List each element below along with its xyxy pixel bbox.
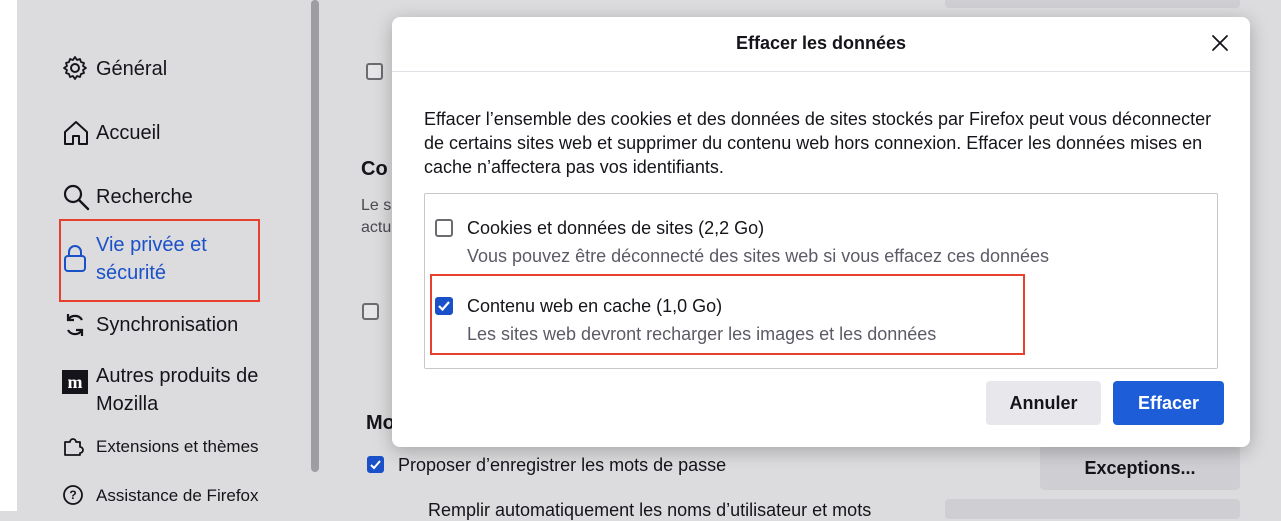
sidebar-item-general[interactable]: Général <box>62 55 167 83</box>
save-passwords-checkbox[interactable] <box>367 456 384 473</box>
option-cookies-site-data[interactable]: Cookies et données de sites (2,2 Go) Vou… <box>435 216 1049 268</box>
search-icon <box>62 183 96 211</box>
sidebar-item-label: Autres produits de Mozilla <box>96 362 258 418</box>
gear-icon <box>62 55 96 81</box>
sidebar-item-extensions-themes[interactable]: Extensions et thèmes <box>62 435 259 459</box>
section-heading: Mo <box>366 412 395 434</box>
background-checkbox[interactable] <box>362 303 379 320</box>
annotation-highlight-sidebar <box>59 219 260 302</box>
dialog-header: Effacer les données <box>392 17 1250 72</box>
sidebar-item-home[interactable]: Accueil <box>62 119 160 147</box>
clear-button[interactable]: Effacer <box>1113 381 1224 425</box>
svg-text:m: m <box>68 372 83 392</box>
sidebar-item-label: Général <box>96 58 168 80</box>
svg-text:?: ? <box>69 488 76 502</box>
option-title: Cookies et données de sites (2,2 Go) <box>467 218 765 238</box>
sidebar-item-sync[interactable]: Synchronisation <box>62 311 238 339</box>
sidebar-scrollbar[interactable] <box>311 0 319 472</box>
label-line: Autres produits de <box>96 365 259 387</box>
sidebar-item-search[interactable]: Recherche <box>62 183 193 211</box>
dialog-title: Effacer les données <box>735 33 907 53</box>
page-edge <box>0 0 17 511</box>
save-passwords-label: Proposer d’enregistrer les mots de passe <box>398 455 727 475</box>
label-line: Mozilla <box>96 393 159 415</box>
sidebar-item-label: Accueil <box>96 122 161 144</box>
cookies-checkbox[interactable] <box>435 219 453 237</box>
sidebar-item-label: Extensions et thèmes <box>96 437 259 456</box>
help-icon: ? <box>62 484 96 506</box>
sidebar-item-label: Synchronisation <box>96 314 239 336</box>
dialog-description: Effacer l’ensemble des cookies et des do… <box>424 109 1212 177</box>
sidebar-item-label: Recherche <box>96 186 193 208</box>
sidebar-item-mozilla-products[interactable]: m Autres produits de Mozilla <box>62 362 258 418</box>
section-heading: Co <box>361 158 388 180</box>
option-subtitle: Vous pouvez être déconnecté des sites we… <box>467 246 1050 266</box>
section-description: actu <box>361 219 392 236</box>
home-icon <box>62 119 96 147</box>
clear-data-dialog: Effacer les données Effacer l’ensemble d… <box>392 17 1250 447</box>
background-button[interactable] <box>945 0 1240 8</box>
sidebar-item-firefox-support[interactable]: ? Assistance de Firefox <box>62 484 259 508</box>
background-button[interactable] <box>945 499 1240 519</box>
puzzle-icon <box>62 435 96 457</box>
cancel-button[interactable]: Annuler <box>986 381 1101 425</box>
section-description: Le s <box>361 197 392 214</box>
annotation-highlight-cache-option <box>430 274 1025 355</box>
exceptions-button[interactable]: Exceptions... <box>1040 446 1240 490</box>
close-icon[interactable] <box>1208 31 1232 55</box>
mozilla-icon: m <box>62 362 96 394</box>
sync-icon <box>62 311 96 339</box>
sidebar-item-label: Assistance de Firefox <box>96 486 259 505</box>
background-checkbox[interactable] <box>366 63 383 80</box>
